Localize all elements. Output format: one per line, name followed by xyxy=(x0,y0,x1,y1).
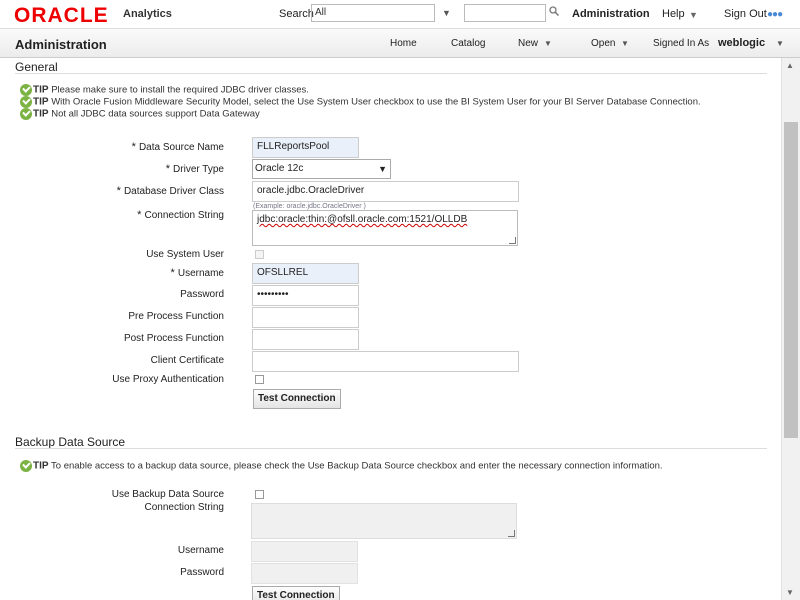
top-bar: ORACLE Analytics Search All ▼ Administra… xyxy=(0,0,800,28)
nav-home[interactable]: Home xyxy=(390,38,417,49)
chevron-down-icon[interactable]: ▼ xyxy=(378,164,387,174)
more-options-icon[interactable]: ●●● xyxy=(767,9,783,20)
data-source-name-input[interactable]: FLLReportsPool xyxy=(252,137,359,158)
title-bar: Administration Home Catalog New ▼ Open ▼… xyxy=(0,28,800,58)
main-content: General TIP Please make sure to install … xyxy=(0,58,781,600)
data-source-name-label: * Data Source Name xyxy=(131,141,224,153)
use-backup-data-source-label: Use Backup Data Source xyxy=(111,489,224,500)
search-input[interactable] xyxy=(464,4,546,22)
database-driver-class-label: * Database Driver Class xyxy=(116,185,224,197)
post-process-function-input[interactable] xyxy=(252,329,359,350)
post-process-function-label: Post Process Function xyxy=(123,333,224,344)
backup-connection-string-textarea[interactable] xyxy=(251,503,517,539)
vertical-scrollbar[interactable]: ▲ ▼ xyxy=(781,58,800,600)
connection-string-label: * Connection String xyxy=(137,209,224,221)
search-scope-select[interactable]: All xyxy=(311,4,435,22)
check-circle-icon xyxy=(20,84,32,96)
use-proxy-authentication-checkbox[interactable] xyxy=(255,375,264,384)
use-backup-data-source-checkbox[interactable] xyxy=(255,490,264,499)
administration-link[interactable]: Administration xyxy=(572,8,650,20)
resize-handle-icon[interactable] xyxy=(509,237,516,244)
chevron-down-icon[interactable]: ▼ xyxy=(689,10,698,20)
backup-username-label: Username xyxy=(177,545,224,556)
section-backup-heading: Backup Data Source xyxy=(15,435,126,449)
scroll-up-arrow-icon[interactable]: ▲ xyxy=(786,61,794,70)
check-circle-icon xyxy=(20,108,32,120)
client-certificate-label: Client Certificate xyxy=(150,355,224,366)
divider xyxy=(15,73,767,74)
driver-class-hint: (Example: oracle.jdbc.OracleDriver ) xyxy=(253,203,366,210)
check-circle-icon xyxy=(20,96,32,108)
nav-catalog[interactable]: Catalog xyxy=(451,38,485,49)
divider xyxy=(15,448,767,449)
oracle-logo[interactable]: ORACLE xyxy=(14,4,109,28)
user-menu[interactable]: weblogic xyxy=(718,37,765,49)
tip-row: TIP With Oracle Fusion Middleware Securi… xyxy=(20,96,701,108)
password-label: Password xyxy=(180,289,224,300)
test-connection-button[interactable]: Test Connection xyxy=(253,389,341,409)
username-input[interactable]: OFSLLREL xyxy=(252,263,359,284)
nav-new[interactable]: New xyxy=(518,38,538,49)
backup-username-input[interactable] xyxy=(251,541,358,562)
client-certificate-input[interactable] xyxy=(252,351,519,372)
pre-process-function-input[interactable] xyxy=(252,307,359,328)
tip-row: TIP To enable access to a backup data so… xyxy=(20,460,663,472)
use-system-user-label: Use System User xyxy=(146,249,224,260)
use-system-user-checkbox[interactable] xyxy=(255,250,264,259)
search-icon[interactable] xyxy=(549,6,559,16)
backup-password-label: Password xyxy=(180,567,224,578)
use-proxy-authentication-label: Use Proxy Authentication xyxy=(112,374,224,385)
username-label: * Username xyxy=(170,267,224,279)
chevron-down-icon[interactable]: ▼ xyxy=(442,8,451,18)
chevron-down-icon[interactable]: ▼ xyxy=(776,39,784,48)
chevron-down-icon[interactable]: ▼ xyxy=(544,39,552,48)
sign-out-link[interactable]: Sign Out xyxy=(724,8,767,20)
tip-row: TIP Not all JDBC data sources support Da… xyxy=(20,108,260,120)
product-name: Analytics xyxy=(123,8,172,20)
driver-type-label: * Driver Type xyxy=(165,163,224,175)
password-input[interactable]: ••••••••• xyxy=(252,285,359,306)
resize-handle-icon[interactable] xyxy=(508,530,515,537)
page-title: Administration xyxy=(15,37,107,52)
pre-process-function-label: Pre Process Function xyxy=(128,311,224,322)
nav-open[interactable]: Open xyxy=(591,38,615,49)
help-menu[interactable]: Help xyxy=(662,8,685,20)
database-driver-class-input[interactable]: oracle.jdbc.OracleDriver xyxy=(252,181,519,202)
scroll-down-arrow-icon[interactable]: ▼ xyxy=(786,588,794,597)
backup-test-connection-button[interactable]: Test Connection xyxy=(252,586,340,600)
signed-in-as-label: Signed In As xyxy=(653,38,710,49)
scrollbar-thumb[interactable] xyxy=(784,122,798,438)
search-label: Search xyxy=(279,8,314,20)
backup-connection-string-label: Connection String xyxy=(144,502,225,513)
backup-password-input[interactable] xyxy=(251,563,358,584)
tip-row: TIP Please make sure to install the requ… xyxy=(20,84,309,96)
check-circle-icon xyxy=(20,460,32,472)
chevron-down-icon[interactable]: ▼ xyxy=(621,39,629,48)
section-general-heading: General xyxy=(15,60,58,74)
connection-string-textarea[interactable]: jdbc:oracle:thin:@ofsll.oracle.com:1521/… xyxy=(252,210,518,246)
driver-type-select[interactable]: Oracle 12c ▼ xyxy=(252,159,391,179)
